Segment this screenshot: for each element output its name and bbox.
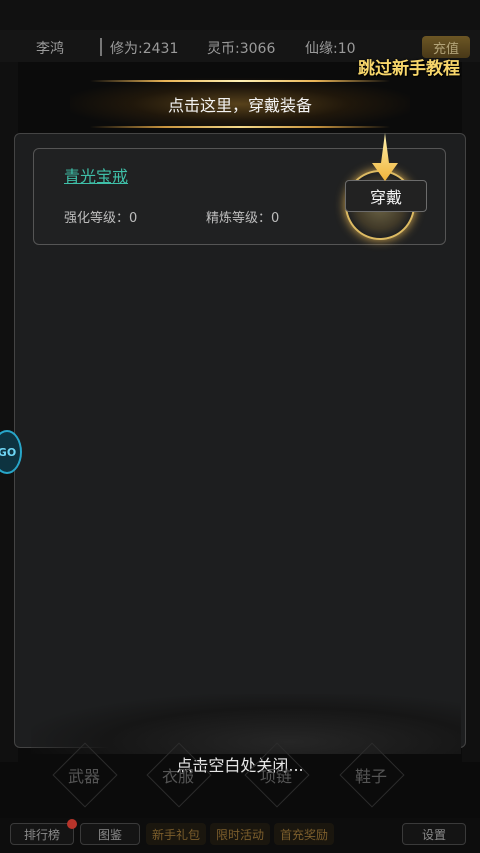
wear-button-wrap: 穿戴 — [337, 170, 427, 240]
atlas-button[interactable]: 图鉴 — [80, 823, 140, 845]
divider — [100, 38, 102, 56]
immortal-fate-stat: 仙缘:10 — [305, 41, 356, 57]
ranking-label: 排行榜 — [23, 827, 60, 842]
enhance-level: 强化等级：0 — [64, 211, 138, 226]
slot-weapon[interactable]: 武器 — [58, 760, 110, 790]
skip-tutorial-button[interactable]: 跳过新手教程 — [358, 54, 460, 79]
item-name[interactable]: 青光宝戒 — [64, 163, 128, 187]
notification-badge — [67, 819, 77, 829]
system-status-bar — [0, 0, 480, 30]
tutorial-banner-text: 点击这里，穿戴装备 — [167, 96, 312, 115]
tutorial-banner: 点击这里，穿戴装备 — [70, 78, 410, 130]
cultivation-stat: 修为:2431 — [110, 41, 179, 57]
player-name: 李鸿 — [36, 41, 64, 57]
event-button-2[interactable]: 限时活动 — [210, 823, 270, 845]
settings-button[interactable]: 设置 — [402, 823, 466, 845]
mist-scenery — [31, 694, 461, 754]
wear-button[interactable]: 穿戴 — [345, 180, 427, 212]
slot-necklace[interactable]: 项链 — [250, 760, 302, 790]
event-button-1[interactable]: 新手礼包 — [146, 823, 206, 845]
slot-weapon-label: 武器 — [67, 767, 100, 786]
slot-necklace-label: 项链 — [259, 767, 292, 786]
tutorial-pointer-icon — [372, 133, 398, 181]
bottom-bar: 排行榜 图鉴 新手礼包 限时活动 首充奖励 设置 — [0, 818, 480, 853]
slot-clothes[interactable]: 衣服 — [152, 760, 204, 790]
slot-shoes-label: 鞋子 — [354, 767, 387, 786]
event-button-3[interactable]: 首充奖励 — [274, 823, 334, 845]
slot-clothes-label: 衣服 — [161, 767, 194, 786]
slot-shoes[interactable]: 鞋子 — [345, 760, 397, 790]
refine-level: 精炼等级：0 — [206, 211, 280, 226]
spirit-coins-stat: 灵币:3066 — [207, 41, 276, 57]
ranking-button[interactable]: 排行榜 — [10, 819, 77, 845]
